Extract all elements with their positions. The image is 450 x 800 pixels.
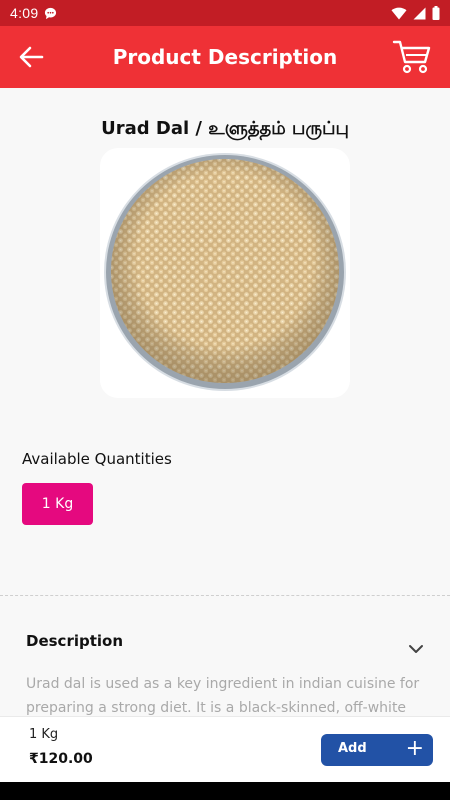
add-button-label: Add: [338, 741, 367, 756]
add-to-cart-button[interactable]: Add +: [321, 734, 433, 766]
wifi-icon: [391, 7, 407, 19]
description-text: Urad dal is used as a key ingredient in …: [26, 676, 420, 716]
battery-icon: [432, 6, 440, 20]
quantity-option-1kg[interactable]: 1 Kg: [22, 483, 93, 525]
system-nav-bar: [0, 782, 450, 800]
chat-notification-icon: [45, 7, 57, 19]
status-bar: 4:09: [0, 0, 450, 26]
app-bar: Product Description: [0, 26, 450, 88]
selected-quantity: 1 Kg: [29, 727, 59, 742]
price: ₹120.00: [29, 751, 93, 767]
product-image: [100, 148, 350, 398]
product-content[interactable]: Urad Dal / உளுத்தம் பருப்பு Available Qu…: [0, 88, 450, 716]
signal-icon: [413, 7, 426, 19]
description-heading: Description: [26, 632, 124, 650]
bottom-cart-bar: 1 Kg ₹120.00 Add +: [0, 716, 450, 782]
back-arrow-icon[interactable]: [18, 45, 44, 69]
urad-dal-bowl-image: [104, 153, 346, 391]
available-quantities-heading: Available Quantities: [22, 450, 172, 468]
product-title: Urad Dal / உளுத்தம் பருப்பு: [101, 118, 349, 139]
status-time: 4:09: [10, 5, 39, 21]
plus-icon: +: [405, 736, 424, 761]
page-title: Product Description: [112, 45, 338, 69]
cart-icon[interactable]: [392, 39, 432, 75]
section-divider: [0, 595, 450, 596]
chevron-down-icon[interactable]: [406, 642, 426, 656]
